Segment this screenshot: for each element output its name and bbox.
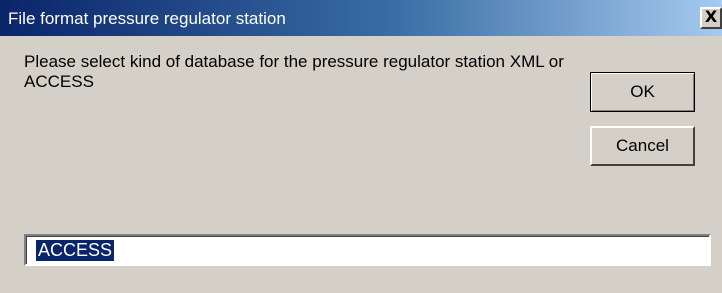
input-selected-text: ACCESS: [36, 240, 115, 261]
ok-button[interactable]: OK: [590, 72, 695, 112]
input-inner-border: [26, 236, 709, 264]
close-button[interactable]: X: [700, 7, 722, 29]
input-dialog: File format pressure regulator station X…: [0, 0, 722, 293]
cancel-button[interactable]: Cancel: [590, 126, 695, 166]
window-title: File format pressure regulator station: [8, 9, 286, 28]
database-type-input[interactable]: ACCESS: [24, 234, 711, 266]
prompt-message: Please select kind of database for the p…: [24, 52, 564, 91]
title-bar[interactable]: File format pressure regulator station X: [0, 0, 722, 36]
close-icon: X: [704, 7, 718, 26]
